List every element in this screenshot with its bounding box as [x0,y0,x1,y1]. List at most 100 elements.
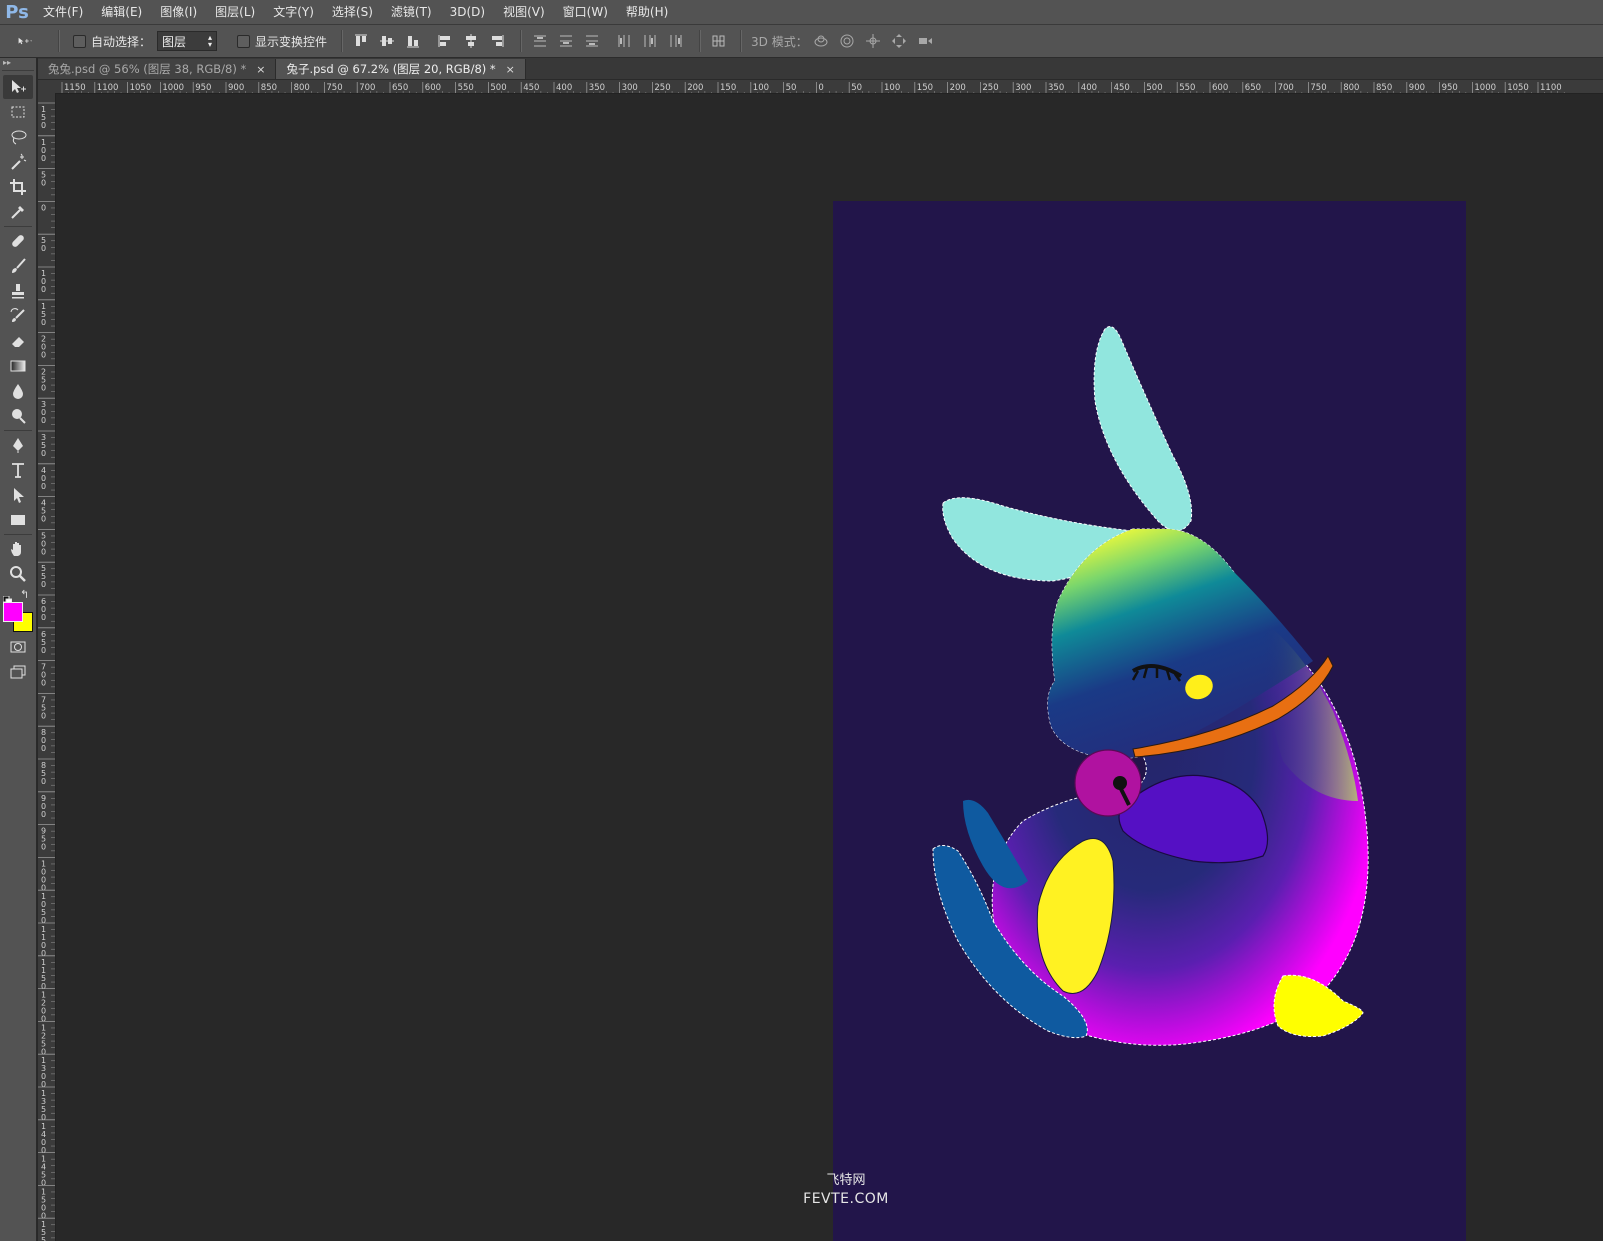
auto-align-icon[interactable] [711,33,727,49]
doc-tab-tutu[interactable]: 兔兔.psd @ 56% (图层 38, RGB/8) * × [38,59,277,79]
rectangle-tool-icon[interactable] [3,508,33,532]
align-right-icon[interactable] [489,33,505,49]
ruler-label: 1050 [1507,83,1529,93]
healing-brush-icon[interactable] [3,229,33,253]
align-left-icon[interactable] [437,33,453,49]
ruler-label: 1100 [1540,83,1562,93]
ruler-label: 0 [41,810,46,819]
document-canvas[interactable] [833,201,1466,1241]
align-bottom-icon[interactable] [405,33,421,49]
ruler-label: 650 [1245,83,1261,93]
distribute-bottom-icon[interactable] [584,33,600,49]
quick-mask-icon[interactable] [3,635,33,659]
menu-filter[interactable]: 滤镜(T) [382,0,441,24]
ruler-label: 50 [851,83,862,93]
menu-help[interactable]: 帮助(H) [617,0,677,24]
align-vcenter-icon[interactable] [379,33,395,49]
3d-rotate-icon[interactable] [813,33,829,49]
distribute-top-icon[interactable] [532,33,548,49]
path-select-icon[interactable] [3,483,33,507]
distribute-vcenter-icon[interactable] [558,33,574,49]
ruler-label: 0 [41,1146,46,1155]
auto-select-dropdown[interactable]: 图层 ▴ ▾ [157,31,218,51]
ruler-label: 250 [982,83,998,93]
default-colors-icon[interactable] [2,590,13,606]
ruler-label: 450 [1114,83,1130,93]
ruler-label: 0 [41,515,46,524]
ruler-label: 0 [41,843,46,852]
move-tool-icon[interactable] [3,75,33,99]
ruler-origin[interactable] [38,80,55,93]
doc-tab-tuzi[interactable]: 兔子.psd @ 67.2% (图层 20, RGB/8) * × [276,59,526,79]
distribute-hcenter-icon[interactable] [642,33,658,49]
show-transform-checkbox[interactable] [237,34,251,48]
align-top-icon[interactable] [353,33,369,49]
ruler-label: 0 [41,1211,46,1220]
ruler-label: 0 [41,121,46,130]
ruler-label: 0 [41,154,46,163]
menu-view[interactable]: 视图(V) [494,0,554,24]
close-icon[interactable]: × [506,63,515,76]
history-brush-icon[interactable] [3,304,33,328]
ruler-label: 900 [1409,83,1425,93]
ruler-vertical[interactable]: 1501005005010015020025030035040045050055… [38,93,56,1241]
pen-tool-icon[interactable] [3,433,33,457]
foreground-color-swatch[interactable] [3,602,23,622]
watermark-line1: 飞特网 [826,1173,866,1188]
menu-edit[interactable]: 编辑(E) [92,0,151,24]
collapse-panel-icon[interactable]: ▸▸ [0,58,36,68]
doc-tab-label: 兔兔.psd @ 56% (图层 38, RGB/8) * [48,62,247,76]
3d-scale-icon[interactable] [917,33,933,49]
hand-tool-icon[interactable] [3,537,33,561]
ruler-label: 300 [622,83,638,93]
dodge-tool-icon[interactable] [3,404,33,428]
3d-slide-icon[interactable] [891,33,907,49]
watermark-line2: FEVTE.COM [803,1191,889,1207]
menu-layer[interactable]: 图层(L) [206,0,264,24]
eyedropper-icon[interactable] [3,200,33,224]
ruler-label: 0 [41,383,46,392]
dropdown-arrow-icon: ▴ ▾ [208,33,213,49]
watermark: 飞特网 FEVTE.COM [746,1171,946,1209]
blur-tool-icon[interactable] [3,379,33,403]
marquee-tool-icon[interactable] [3,100,33,124]
move-tool-preset-icon[interactable] [17,33,47,49]
distribute-left-icon[interactable] [616,33,632,49]
clone-stamp-icon[interactable] [3,279,33,303]
brush-tool-icon[interactable] [3,254,33,278]
gradient-tool-icon[interactable] [3,354,33,378]
type-tool-icon[interactable] [3,458,33,482]
menu-select[interactable]: 选择(S) [323,0,382,24]
distribute-right-icon[interactable] [668,33,684,49]
eraser-icon[interactable] [3,329,33,353]
crop-tool-icon[interactable] [3,175,33,199]
menu-bar: Ps 文件(F) 编辑(E) 图像(I) 图层(L) 文字(Y) 选择(S) 滤… [0,0,1603,25]
photoshop-logo: Ps [5,1,29,23]
lasso-tool-icon[interactable] [3,125,33,149]
ruler-label: 500 [490,83,506,93]
ruler-label: 0 [41,416,46,425]
ruler-label: 0 [41,1113,46,1122]
auto-select-checkbox[interactable] [73,34,86,48]
ruler-label: 0 [41,883,46,892]
screen-mode-icon[interactable] [3,660,33,684]
menu-window[interactable]: 窗口(W) [554,0,617,24]
magic-wand-icon[interactable] [3,150,33,174]
menu-type[interactable]: 文字(Y) [264,0,323,24]
canvas-area[interactable]: 飞特网 FEVTE.COM [56,94,1603,1241]
menu-file[interactable]: 文件(F) [34,0,92,24]
menu-3d[interactable]: 3D(D) [441,0,494,24]
ruler-label: 950 [195,83,211,93]
3d-roll-icon[interactable] [839,33,855,49]
ruler-label: 100 [884,83,900,93]
ruler-label: 450 [523,83,539,93]
swap-colors-icon[interactable]: ↰ [20,588,29,601]
ruler-label: 0 [41,580,46,589]
ruler-label: 0 [41,646,46,655]
ruler-horizontal[interactable]: 1150 1100 1050 1000 950 900 850 800 750 700 650 600… [38,80,1603,94]
align-hcenter-icon[interactable] [463,33,479,49]
menu-image[interactable]: 图像(I) [151,0,206,24]
3d-pan-icon[interactable] [865,33,881,49]
zoom-tool-icon[interactable] [3,562,33,586]
close-icon[interactable]: × [256,63,265,76]
